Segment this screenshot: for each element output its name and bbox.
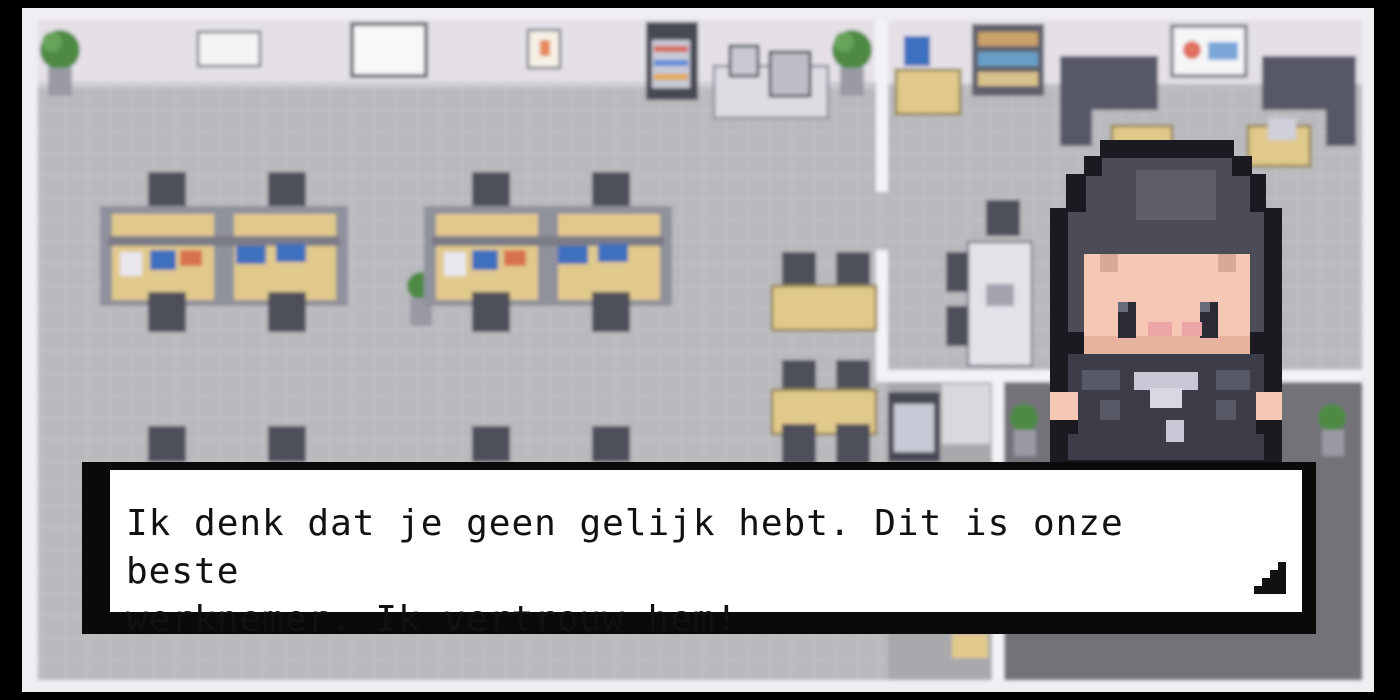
dialog-box[interactable]: Ik denk dat je geen gelijk hebt. Dit is … (82, 462, 1316, 640)
wall-frame (196, 30, 262, 68)
continue-arrow-icon[interactable] (1250, 558, 1290, 598)
dialog-text: Ik denk dat je geen gelijk hebt. Dit is … (126, 500, 1242, 644)
character-portrait (1050, 140, 1282, 468)
whiteboard (350, 22, 428, 78)
dialog-line-2: werknemer. Ik vertrouw hem! (126, 599, 739, 640)
dialog-line-1: Ik denk dat je geen gelijk hebt. Dit is … (126, 503, 1124, 592)
dialog-panel: Ik denk dat je geen gelijk hebt. Dit is … (110, 470, 1302, 640)
partition-wall (876, 20, 888, 192)
